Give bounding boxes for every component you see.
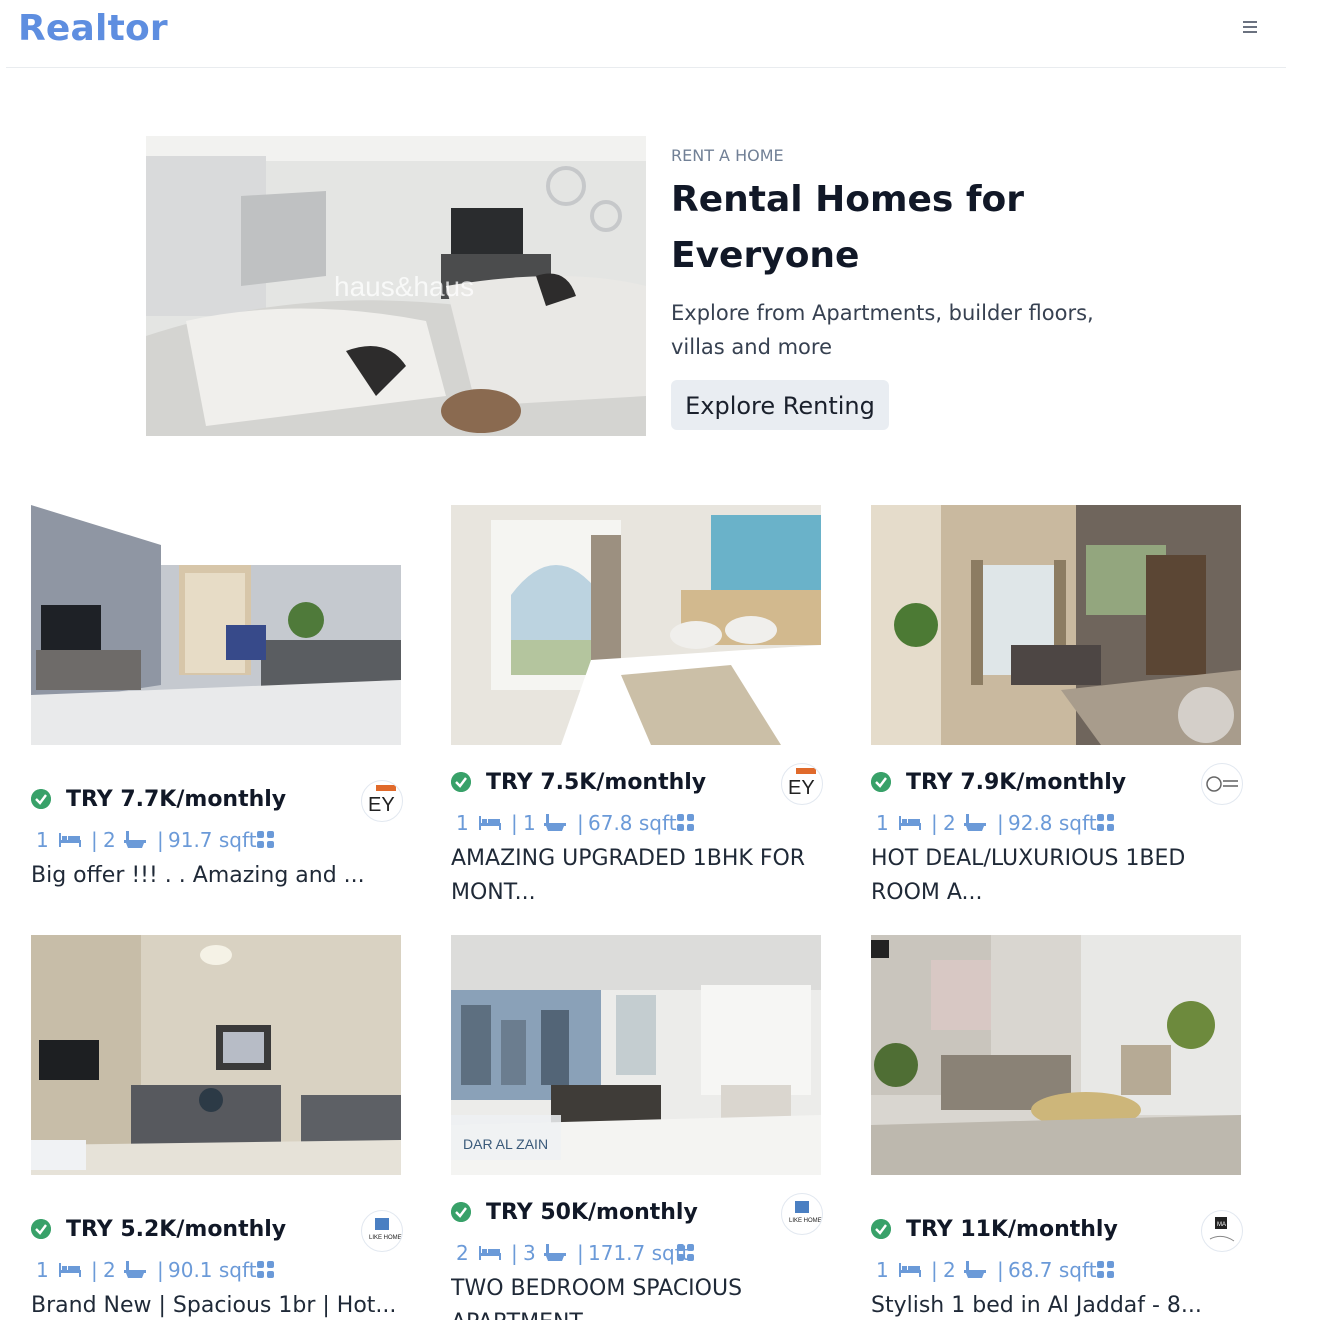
grid-icon (1097, 1261, 1114, 1278)
listing-price: TRY 11K/monthly (906, 1217, 1118, 1242)
agent-logo[interactable]: LIKE HOME (781, 1193, 823, 1235)
svg-text:LIKE HOME: LIKE HOME (369, 1235, 402, 1241)
navbar: Realtor (6, 0, 1286, 68)
check-circle-icon (31, 789, 51, 809)
listing-specs: 1 | 1 | 67.8 sqft (451, 808, 821, 838)
bed-icon (479, 1246, 501, 1260)
brand-logo[interactable]: Realtor (18, 8, 168, 49)
listing-price: TRY 7.7K/monthly (66, 787, 287, 812)
watermark: haus&haus (334, 271, 474, 302)
living-room-photo: haus&haus (146, 136, 646, 436)
listing-specs: 1 | 2 | 91.7 sqft (31, 825, 401, 855)
hero-kicker: RENT A HOME (671, 146, 784, 165)
listing-photo[interactable] (31, 935, 401, 1175)
listing-specs: 1 | 2 | 68.7 sqft (871, 1255, 1241, 1285)
bath-count: 2 (103, 828, 116, 852)
hero-description: Explore from Apartments, builder floors,… (671, 301, 1094, 359)
bed-count: 1 (36, 828, 49, 852)
area: 67.8 sqft (588, 811, 677, 835)
listing-price: TRY 5.2K/monthly (66, 1217, 287, 1242)
grid-icon (257, 1261, 274, 1278)
listing-photo[interactable] (451, 505, 821, 745)
agent-logo[interactable] (1201, 763, 1243, 805)
bath-count: 1 (523, 811, 536, 835)
listing-specs: 2 | 3 | 171.7 sqft (451, 1238, 821, 1268)
bathtub-icon (544, 1244, 566, 1261)
bathtub-icon (544, 814, 566, 831)
bed-count: 1 (36, 1258, 49, 1282)
bed-icon (899, 1263, 921, 1277)
listing-specs: 1 | 2 | 90.1 sqft (31, 1255, 401, 1285)
area: 91.7 sqft (168, 828, 257, 852)
listing-title[interactable]: HOT DEAL/LUXURIOUS 1BED ROOM A... (871, 842, 1241, 910)
bed-count: 1 (456, 811, 469, 835)
bed-count: 2 (456, 1241, 469, 1265)
area: 68.7 sqft (1008, 1258, 1097, 1282)
grid-icon (1097, 814, 1114, 831)
svg-text:DAR AL ZAIN: DAR AL ZAIN (463, 1136, 548, 1152)
listing-title[interactable]: AMAZING UPGRADED 1BHK FOR MONT... (451, 842, 821, 910)
check-circle-icon (31, 1219, 51, 1239)
check-circle-icon (451, 1202, 471, 1222)
agent-logo[interactable]: MA (1201, 1210, 1243, 1252)
grid-icon (677, 814, 694, 831)
svg-text:LIKE HOME: LIKE HOME (789, 1218, 822, 1224)
listing-price: TRY 7.9K/monthly (906, 770, 1127, 795)
bed-count: 1 (876, 811, 889, 835)
agent-logo[interactable]: EY (361, 780, 403, 822)
area: 90.1 sqft (168, 1258, 257, 1282)
check-circle-icon (871, 772, 891, 792)
listing-specs: 1 | 2 | 92.8 sqft (871, 808, 1241, 838)
svg-text:MA: MA (1217, 1222, 1226, 1228)
area: 171.7 sqft (588, 1241, 690, 1265)
grid-icon (677, 1244, 694, 1261)
listing-title[interactable]: Big offer !!! . . Amazing and ... (31, 859, 401, 893)
bathtub-icon (124, 831, 146, 848)
listing-photo[interactable] (871, 935, 1241, 1175)
listing-photo[interactable] (871, 505, 1241, 745)
bed-icon (899, 816, 921, 830)
area: 92.8 sqft (1008, 811, 1097, 835)
hamburger-icon[interactable] (1238, 16, 1262, 38)
bathtub-icon (964, 1261, 986, 1278)
listing-title[interactable]: TWO BEDROOM SPACIOUS APARTMENT (451, 1272, 821, 1320)
bath-count: 2 (103, 1258, 116, 1282)
listing-title[interactable]: Stylish 1 bed in Al Jaddaf - 8... (871, 1289, 1241, 1323)
bed-icon (479, 816, 501, 830)
bed-count: 1 (876, 1258, 889, 1282)
bath-count: 3 (523, 1241, 536, 1265)
bath-count: 2 (943, 1258, 956, 1282)
listing-title[interactable]: Brand New | Spacious 1br | Hot... (31, 1289, 401, 1323)
agent-logo[interactable]: EY (781, 763, 823, 805)
svg-text:EY: EY (788, 777, 815, 799)
check-circle-icon (871, 1219, 891, 1239)
bathtub-icon (124, 1261, 146, 1278)
listing-photo[interactable]: DAR AL ZAIN (451, 935, 821, 1175)
bathtub-icon (964, 814, 986, 831)
listing-price: TRY 50K/monthly (486, 1200, 698, 1225)
hero-image: haus&haus (146, 136, 646, 436)
hero-title: Rental Homes for Everyone (671, 179, 1025, 276)
grid-icon (257, 831, 274, 848)
bed-icon (59, 833, 81, 847)
check-circle-icon (451, 772, 471, 792)
explore-renting-button[interactable]: Explore Renting (671, 380, 889, 430)
bed-icon (59, 1263, 81, 1277)
agent-logo[interactable]: LIKE HOME (361, 1210, 403, 1252)
bath-count: 2 (943, 811, 956, 835)
svg-text:EY: EY (368, 794, 395, 816)
listing-price: TRY 7.5K/monthly (486, 770, 707, 795)
listing-photo[interactable] (31, 505, 401, 745)
